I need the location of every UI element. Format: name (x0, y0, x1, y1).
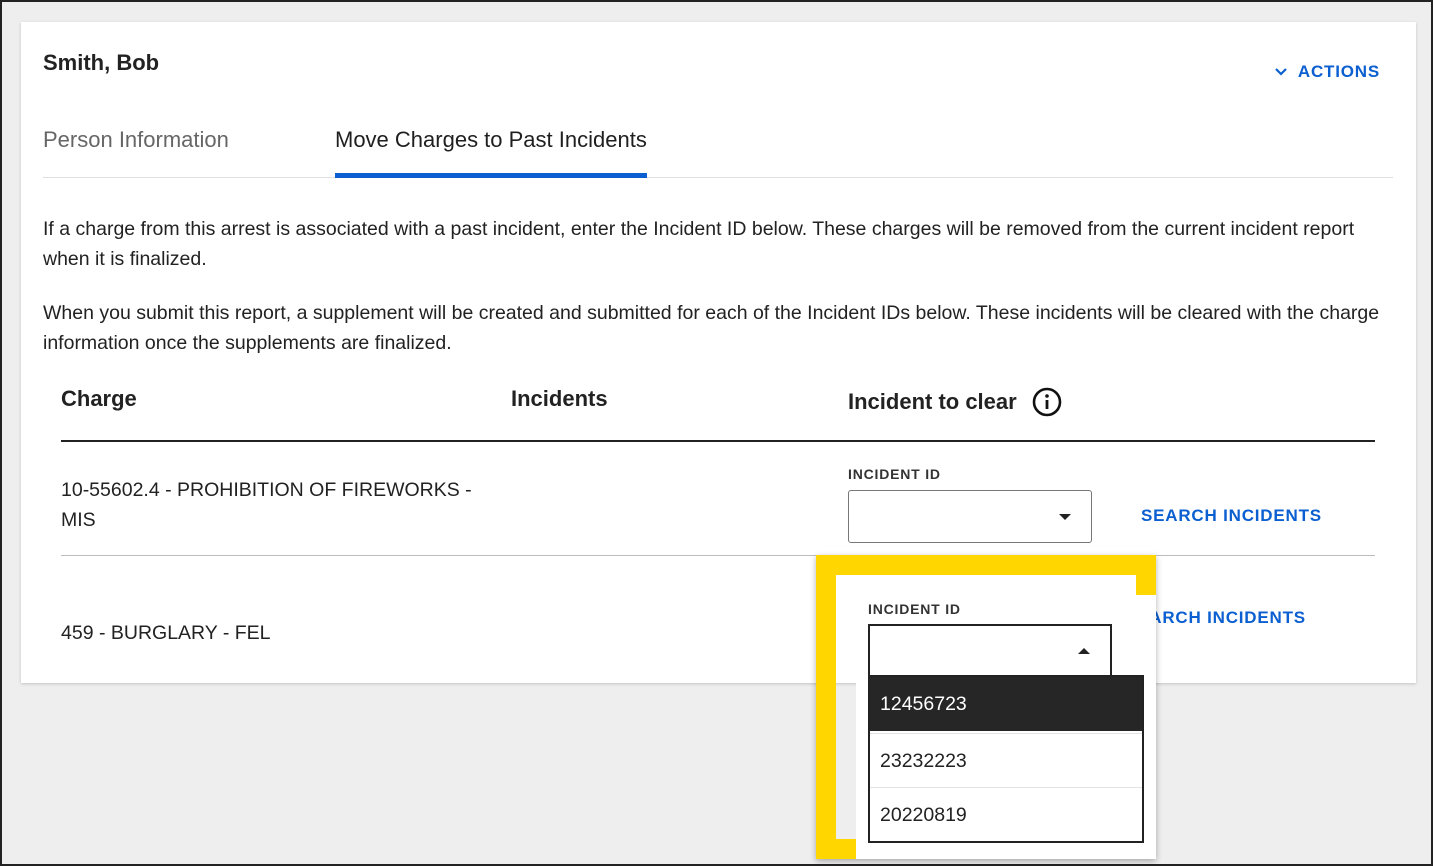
column-header-incident-to-clear: Incident to clear (848, 386, 1063, 418)
person-name: Smith, Bob (43, 50, 160, 75)
incident-id-select-open[interactable] (868, 624, 1112, 677)
caret-up-icon (1078, 648, 1090, 654)
dropdown-option[interactable]: 23232223 (870, 733, 1142, 787)
incident-id-dropdown: 12456723 23232223 20220819 (868, 675, 1144, 843)
actions-button[interactable]: ACTIONS (1274, 62, 1380, 82)
dropdown-option[interactable]: 20220819 (870, 787, 1142, 841)
highlight-inner: INCIDENT ID 12456723 23232223 20220819 (856, 595, 1156, 859)
person-card: Smith, Bob ACTIONS Person Information Mo… (21, 22, 1416, 683)
search-incidents-clip: SEARCH INCIDENTS (1134, 606, 1324, 636)
column-header-clear-label: Incident to clear (848, 389, 1017, 414)
incident-id-label: INCIDENT ID (848, 466, 941, 482)
search-incidents-link[interactable]: SEARCH INCIDENTS (1141, 506, 1322, 526)
info-icon[interactable] (1031, 386, 1063, 418)
caret-down-icon (1059, 514, 1071, 520)
actions-label: ACTIONS (1297, 62, 1380, 81)
charge-description: 10-55602.4 - PROHIBITION OF FIREWORKS - … (61, 479, 472, 531)
tab-bar: Person Information Move Charges to Past … (43, 122, 1393, 178)
column-header-charge: Charge (61, 386, 137, 411)
charge-description: 459 - BURGLARY - FEL (61, 622, 271, 644)
search-incidents-link[interactable]: SEARCH INCIDENTS (1134, 608, 1306, 628)
incident-id-label: INCIDENT ID (868, 601, 961, 617)
table-row: 10-55602.4 - PROHIBITION OF FIREWORKS - … (61, 442, 1375, 556)
dropdown-option[interactable]: 12456723 (870, 677, 1142, 731)
tab-move-charges[interactable]: Move Charges to Past Incidents (335, 127, 647, 178)
table-header: Charge Incidents Incident to clear (61, 382, 1375, 442)
tab-person-information[interactable]: Person Information (43, 127, 229, 177)
instruction-paragraph: If a charge from this arrest is associat… (43, 218, 1355, 270)
supplement-paragraph: When you submit this report, a supplemen… (43, 302, 1380, 354)
incident-id-select[interactable] (848, 490, 1092, 543)
column-header-incidents: Incidents (511, 386, 608, 411)
highlight-callout: INCIDENT ID 12456723 23232223 20220819 (816, 555, 1156, 859)
chevron-down-icon (1275, 68, 1287, 76)
